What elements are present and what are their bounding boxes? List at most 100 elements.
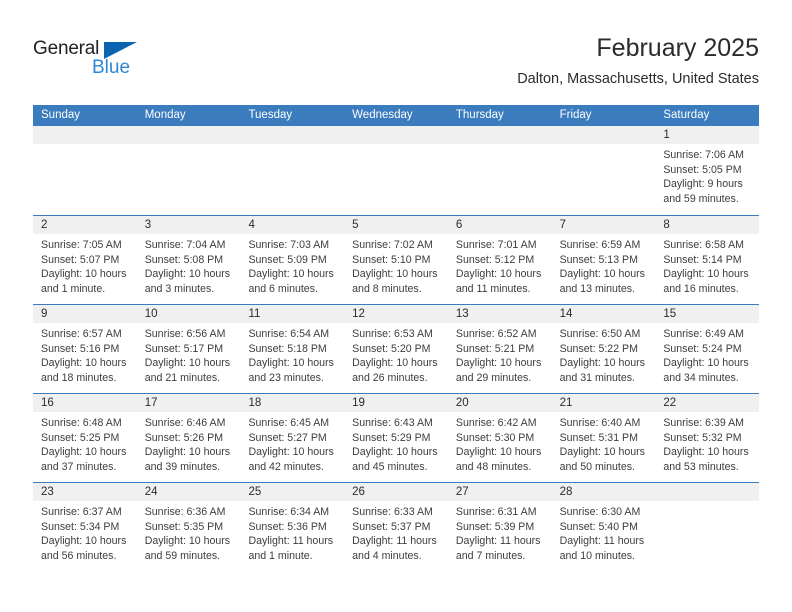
sunrise-text: Sunrise: 6:36 AM xyxy=(144,506,226,518)
day-sun-info: Sunrise: 6:46 AM Sunset: 5:26 PM Daylight:… xyxy=(137,412,241,474)
sunset-text: Sunset: 5:30 PM xyxy=(455,431,535,444)
day-cell[interactable]: 20 Sunrise: 6:42 AM Sunset: 5:30 PM Dayligh… xyxy=(447,394,552,482)
day-cell-empty xyxy=(33,126,137,215)
sunset-text: Sunset: 5:34 PM xyxy=(41,520,120,533)
day-cell[interactable]: 11 Sunrise: 6:54 AM Sunset: 5:18 PM Dayligh… xyxy=(240,305,345,393)
day-cell[interactable]: 17 Sunrise: 6:46 AM Sunset: 5:26 PM Dayligh… xyxy=(136,394,241,482)
day-cell[interactable]: 15 Sunrise: 6:49 AM Sunset: 5:24 PM Dayligh… xyxy=(655,305,760,393)
day-cell[interactable]: 27 Sunrise: 6:31 AM Sunset: 5:39 PM Dayligh… xyxy=(447,483,552,571)
day-cell[interactable]: 14 Sunrise: 6:50 AM Sunset: 5:22 PM Dayligh… xyxy=(551,305,656,393)
day-sun-info: Sunrise: 6:45 AM Sunset: 5:27 PM Daylight:… xyxy=(240,412,344,474)
sunrise-text: Sunrise: 6:49 AM xyxy=(663,328,744,340)
general-blue-logo[interactable]: General Blue xyxy=(33,38,163,86)
sunrise-text: Sunrise: 6:31 AM xyxy=(455,506,537,518)
day-number: 7 xyxy=(551,216,656,234)
sunset-text: Sunset: 5:24 PM xyxy=(663,342,742,355)
daylight-text: Daylight: 11 hours and 7 minutes. xyxy=(455,535,541,562)
sunrise-text: Sunrise: 6:53 AM xyxy=(352,328,433,340)
day-number: 14 xyxy=(551,305,656,323)
day-cell[interactable]: 1 Sunrise: 7:06 AM Sunset: 5:05 PM Daylight… xyxy=(655,126,760,215)
calendar-week-row: 1 Sunrise: 7:06 AM Sunset: 5:05 PM Daylight… xyxy=(33,126,760,215)
day-cell[interactable]: 10 Sunrise: 6:56 AM Sunset: 5:17 PM Dayligh… xyxy=(136,305,241,393)
sunrise-text: Sunrise: 6:50 AM xyxy=(559,328,641,340)
daylight-text: Daylight: 10 hours and 3 minutes. xyxy=(144,268,231,295)
daylight-text: Daylight: 11 hours and 4 minutes. xyxy=(352,535,437,562)
day-number: 15 xyxy=(655,305,760,323)
sunrise-text: Sunrise: 7:01 AM xyxy=(455,239,537,251)
day-number: 13 xyxy=(447,305,552,323)
day-sun-info: Sunrise: 6:39 AM Sunset: 5:32 PM Daylight:… xyxy=(655,412,759,474)
daylight-text: Daylight: 10 hours and 31 minutes. xyxy=(559,357,645,384)
day-cell[interactable]: 12 Sunrise: 6:53 AM Sunset: 5:20 PM Dayligh… xyxy=(344,305,448,393)
day-number: 20 xyxy=(447,394,552,412)
sunset-text: Sunset: 5:29 PM xyxy=(352,431,431,444)
day-cell[interactable]: 7 Sunrise: 6:59 AM Sunset: 5:13 PM Daylight… xyxy=(551,216,656,304)
day-cell[interactable]: 28 Sunrise: 6:30 AM Sunset: 5:40 PM Dayligh… xyxy=(551,483,656,571)
day-number: 19 xyxy=(344,394,448,412)
day-cell[interactable]: 9 Sunrise: 6:57 AM Sunset: 5:16 PM Daylight… xyxy=(33,305,137,393)
day-sun-info: Sunrise: 6:30 AM Sunset: 5:40 PM Daylight:… xyxy=(552,501,656,563)
daylight-text: Daylight: 11 hours and 1 minute. xyxy=(248,535,334,562)
day-sun-info: Sunrise: 6:34 AM Sunset: 5:36 PM Daylight:… xyxy=(240,501,344,563)
day-cell[interactable]: 4 Sunrise: 7:03 AM Sunset: 5:09 PM Daylight… xyxy=(240,216,345,304)
sunrise-text: Sunrise: 6:37 AM xyxy=(41,506,122,518)
day-cell[interactable]: 16 Sunrise: 6:48 AM Sunset: 5:25 PM Dayligh… xyxy=(33,394,137,482)
day-cell[interactable]: 8 Sunrise: 6:58 AM Sunset: 5:14 PM Daylight… xyxy=(655,216,760,304)
day-number: 4 xyxy=(240,216,345,234)
day-number xyxy=(240,126,345,144)
day-number: 17 xyxy=(136,394,241,412)
day-cell[interactable]: 2 Sunrise: 7:05 AM Sunset: 5:07 PM Daylight… xyxy=(33,216,137,304)
day-cell[interactable]: 25 Sunrise: 6:34 AM Sunset: 5:36 PM Dayligh… xyxy=(240,483,345,571)
day-cell[interactable]: 22 Sunrise: 6:39 AM Sunset: 5:32 PM Dayligh… xyxy=(655,394,760,482)
daylight-text: Daylight: 11 hours and 10 minutes. xyxy=(559,535,645,562)
sunrise-text: Sunrise: 7:05 AM xyxy=(41,239,122,251)
sunset-text: Sunset: 5:05 PM xyxy=(663,163,742,176)
weekday-thursday: Thursday xyxy=(455,109,504,121)
calendar-week-row: 16 Sunrise: 6:48 AM Sunset: 5:25 PM Dayligh… xyxy=(33,393,760,482)
day-number: 6 xyxy=(447,216,552,234)
calendar-weeks: 1 Sunrise: 7:06 AM Sunset: 5:05 PM Daylight… xyxy=(33,126,760,571)
day-sun-info: Sunrise: 6:58 AM Sunset: 5:14 PM Daylight:… xyxy=(655,234,759,296)
daylight-text: Daylight: 10 hours and 18 minutes. xyxy=(41,357,127,384)
day-sun-info: Sunrise: 6:48 AM Sunset: 5:25 PM Daylight:… xyxy=(33,412,137,474)
sunset-text: Sunset: 5:37 PM xyxy=(352,520,431,533)
daylight-text: Daylight: 10 hours and 53 minutes. xyxy=(663,446,749,473)
page-subtitle: Dalton, Massachusetts, United States xyxy=(517,71,759,87)
day-cell[interactable]: 3 Sunrise: 7:04 AM Sunset: 5:08 PM Daylight… xyxy=(136,216,241,304)
sunrise-text: Sunrise: 7:03 AM xyxy=(248,239,330,251)
daylight-text: Daylight: 10 hours and 1 minute. xyxy=(41,268,127,295)
page-header: General Blue February 2025 Dalton, Massa… xyxy=(33,33,759,95)
daylight-text: Daylight: 10 hours and 59 minutes. xyxy=(144,535,231,562)
day-cell[interactable]: 6 Sunrise: 7:01 AM Sunset: 5:12 PM Daylight… xyxy=(447,216,552,304)
day-sun-info: Sunrise: 6:54 AM Sunset: 5:18 PM Daylight:… xyxy=(240,323,344,385)
day-cell[interactable]: 26 Sunrise: 6:33 AM Sunset: 5:37 PM Dayligh… xyxy=(344,483,448,571)
day-cell[interactable]: 21 Sunrise: 6:40 AM Sunset: 5:31 PM Dayligh… xyxy=(551,394,656,482)
daylight-text: Daylight: 10 hours and 50 minutes. xyxy=(559,446,645,473)
day-number xyxy=(33,126,137,144)
sunset-text: Sunset: 5:39 PM xyxy=(455,520,535,533)
page-title: February 2025 xyxy=(596,34,759,62)
day-number: 27 xyxy=(447,483,552,501)
sunset-text: Sunset: 5:22 PM xyxy=(559,342,638,355)
day-sun-info: Sunrise: 6:43 AM Sunset: 5:29 PM Daylight:… xyxy=(344,412,448,474)
day-sun-info: Sunrise: 6:57 AM Sunset: 5:16 PM Daylight:… xyxy=(33,323,137,385)
day-number: 2 xyxy=(33,216,137,234)
day-cell[interactable]: 13 Sunrise: 6:52 AM Sunset: 5:21 PM Dayligh… xyxy=(447,305,552,393)
sunset-text: Sunset: 5:21 PM xyxy=(455,342,535,355)
day-number xyxy=(655,483,760,501)
daylight-text: Daylight: 10 hours and 26 minutes. xyxy=(352,357,438,384)
sunset-text: Sunset: 5:25 PM xyxy=(41,431,120,444)
daylight-text: Daylight: 10 hours and 8 minutes. xyxy=(352,268,438,295)
day-sun-info: Sunrise: 7:04 AM Sunset: 5:08 PM Daylight:… xyxy=(137,234,241,296)
day-cell[interactable]: 5 Sunrise: 7:02 AM Sunset: 5:10 PM Daylight… xyxy=(344,216,448,304)
sunset-text: Sunset: 5:36 PM xyxy=(248,520,327,533)
day-number: 3 xyxy=(136,216,241,234)
day-cell[interactable]: 18 Sunrise: 6:45 AM Sunset: 5:27 PM Dayligh… xyxy=(240,394,345,482)
day-cell[interactable]: 19 Sunrise: 6:43 AM Sunset: 5:29 PM Dayligh… xyxy=(344,394,448,482)
sunrise-text: Sunrise: 6:43 AM xyxy=(352,417,433,429)
day-cell[interactable]: 23 Sunrise: 6:37 AM Sunset: 5:34 PM Dayligh… xyxy=(33,483,137,571)
day-number: 18 xyxy=(240,394,345,412)
daylight-text: Daylight: 10 hours and 37 minutes. xyxy=(41,446,127,473)
day-cell[interactable]: 24 Sunrise: 6:36 AM Sunset: 5:35 PM Dayligh… xyxy=(136,483,241,571)
day-sun-info: Sunrise: 6:53 AM Sunset: 5:20 PM Daylight:… xyxy=(344,323,448,385)
